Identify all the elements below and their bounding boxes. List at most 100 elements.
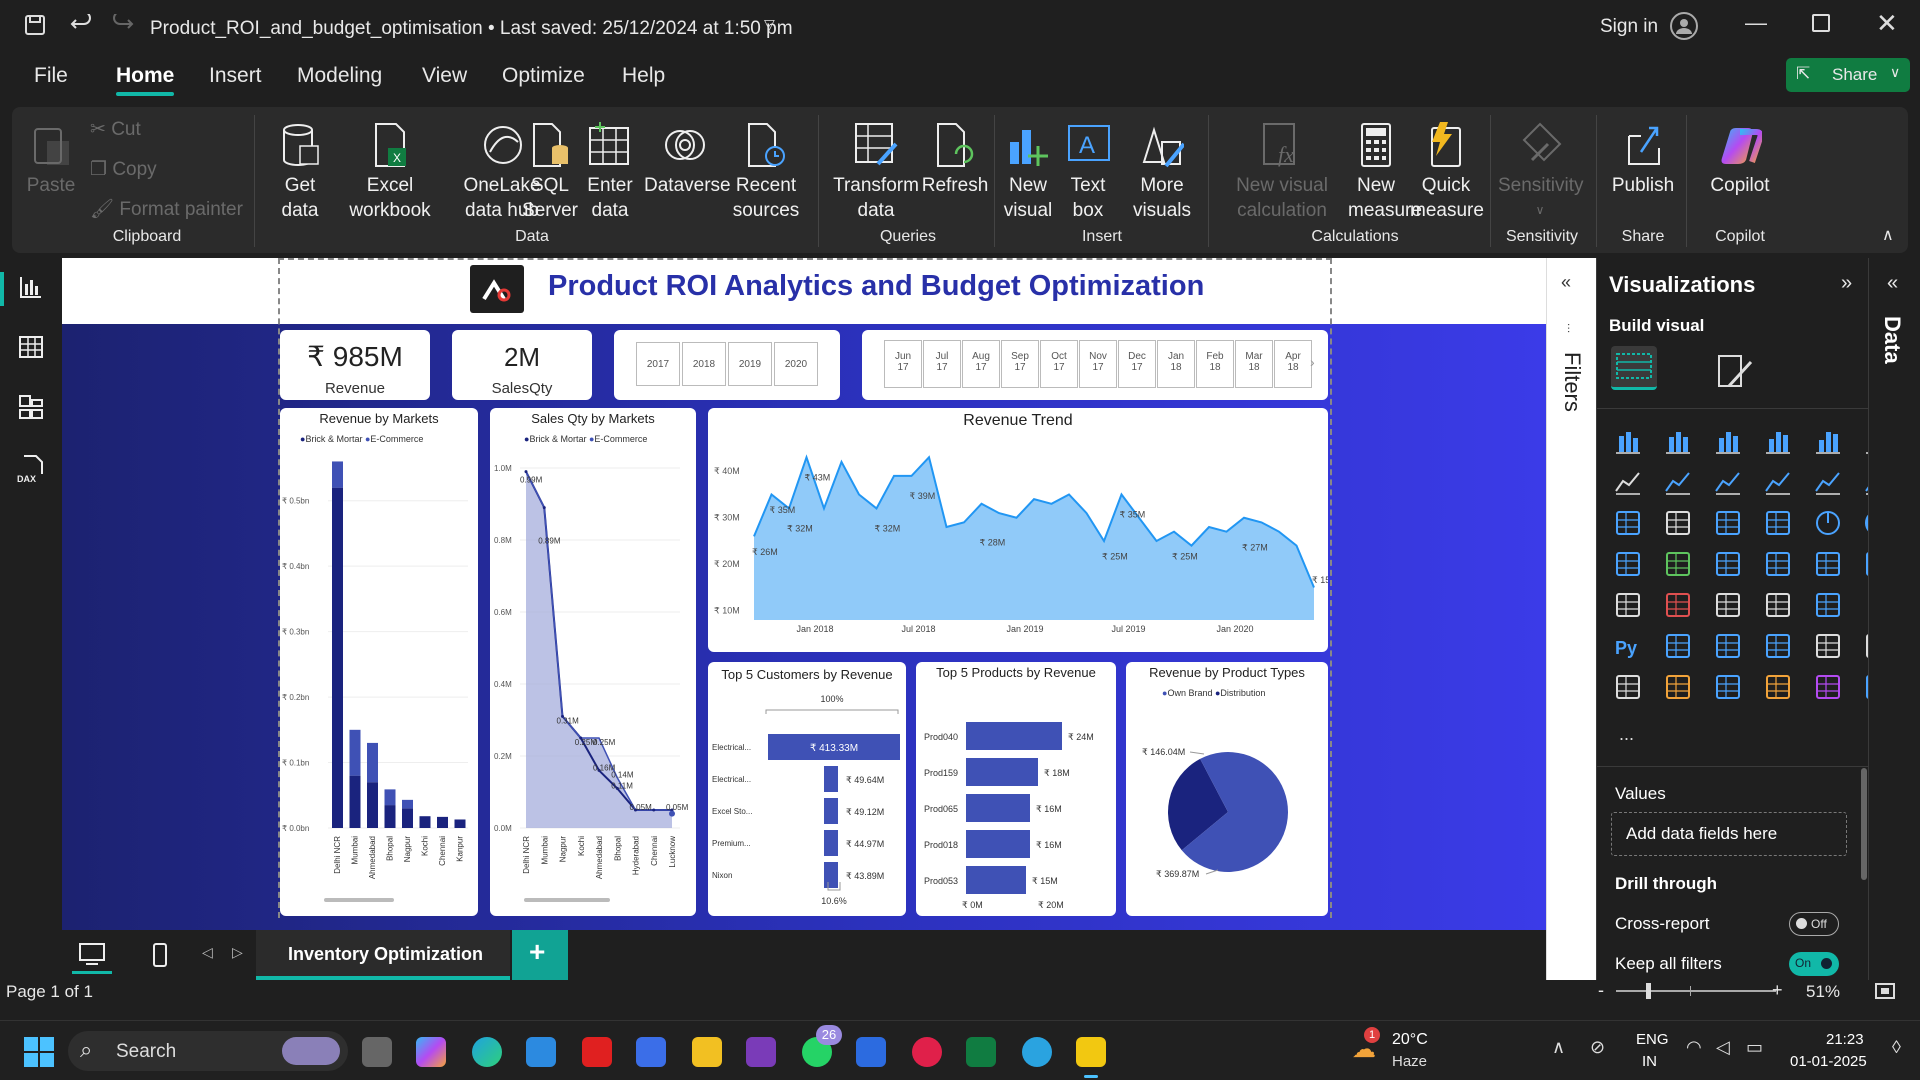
publish-button[interactable]: Publish [1608, 121, 1678, 198]
tab-inventory-optimization[interactable]: Inventory Optimization [256, 930, 510, 980]
month-slicer-item[interactable]: Feb 18 [1196, 340, 1234, 388]
menu-home[interactable]: Home [116, 64, 175, 96]
slicer-icon[interactable] [1711, 588, 1745, 622]
taskbar-search[interactable]: ⌕ Search [68, 1031, 348, 1071]
data-pane[interactable]: « Data [1868, 258, 1920, 980]
zoom-slider[interactable] [1616, 990, 1776, 992]
top-customers-card[interactable]: Top 5 Customers by Revenue 100% Electrica… [708, 662, 906, 916]
save-icon[interactable] [24, 14, 46, 36]
zoom-slider-thumb[interactable] [1646, 983, 1651, 999]
todo-icon[interactable] [856, 1037, 886, 1067]
build-visual-tab[interactable] [1611, 346, 1657, 390]
multirow-card-icon[interactable] [1611, 588, 1645, 622]
gauge-icon[interactable] [1811, 547, 1845, 581]
top-products-card[interactable]: Top 5 Products by Revenue Prod040 ₹ 24M Pr… [916, 662, 1116, 916]
waterfall-icon[interactable] [1611, 506, 1645, 540]
excel-app-icon[interactable] [966, 1037, 996, 1067]
new-visual-calculation-button[interactable]: fx New visual calculation [1220, 121, 1344, 223]
redo-icon[interactable] [112, 14, 134, 36]
maximize-icon[interactable] [1812, 14, 1830, 32]
key-influencers-icon[interactable] [1661, 629, 1695, 663]
chevron-up-icon[interactable]: ∧ [1552, 1037, 1565, 1058]
scatter-icon[interactable] [1761, 506, 1795, 540]
docs-icon[interactable] [636, 1037, 666, 1067]
copy-button[interactable]: ❐ Copy [90, 157, 157, 182]
task-view-icon[interactable] [362, 1037, 392, 1067]
windows-start-icon[interactable] [24, 1037, 54, 1067]
cross-report-toggle[interactable]: Off [1789, 912, 1839, 936]
python-visual-icon[interactable]: Py [1611, 629, 1645, 663]
menu-help[interactable]: Help [622, 64, 665, 88]
add-data-fields-well[interactable]: Add data fields here [1611, 812, 1847, 856]
transform-data-button[interactable]: Transform data [824, 121, 928, 223]
more-visuals-icon[interactable]: ... [1619, 724, 1634, 745]
share-button[interactable]: ⇱ Share ∨ [1786, 58, 1910, 92]
collapse-ribbon-icon[interactable]: ∧ [1882, 225, 1894, 245]
zoom-level[interactable]: 51% [1806, 982, 1840, 1002]
avatar[interactable] [1670, 12, 1698, 40]
new-visual-button[interactable]: New visual [1002, 121, 1054, 223]
year-slicer-item[interactable]: 2019 [728, 342, 772, 386]
powerbi-app-icon[interactable] [1076, 1037, 1106, 1067]
year-slicer-item[interactable]: 2018 [682, 342, 726, 386]
minimize-icon[interactable]: — [1745, 10, 1767, 36]
edge-icon[interactable] [472, 1037, 502, 1067]
network-off-icon[interactable]: ⊘ [1590, 1037, 1605, 1058]
chevron-right-icon[interactable]: › [1310, 354, 1315, 370]
format-visual-tab[interactable] [1715, 352, 1755, 397]
map-icon[interactable] [1661, 547, 1695, 581]
funnel-icon[interactable] [1711, 506, 1745, 540]
copilot-app-icon[interactable] [416, 1037, 446, 1067]
qa-icon[interactable] [1761, 629, 1795, 663]
enter-data-button[interactable]: Enter data [584, 121, 636, 223]
narrative-icon[interactable] [1811, 629, 1845, 663]
clock-time[interactable]: 21:23 [1826, 1031, 1864, 1048]
stacked-bar-icon[interactable] [1611, 424, 1645, 458]
zoom-in-icon[interactable]: + [1772, 980, 1783, 1001]
revenue-trend-card[interactable]: Revenue Trend ₹ 10M ₹ 20M ₹ 30M ₹ 40M ₹ 35M ₹… [708, 408, 1328, 652]
format-painter-button[interactable]: 🖌 Format painter [90, 197, 243, 222]
prev-page-icon[interactable]: ◁ [202, 944, 213, 961]
keep-filters-toggle[interactable]: On [1789, 952, 1839, 976]
dataverse-button[interactable]: Dataverse [644, 121, 731, 198]
chevron-down-icon[interactable]: ▽ [764, 16, 775, 33]
revenue-by-markets-card[interactable]: Revenue by Markets ●Brick & Mortar ●E-Co… [280, 408, 478, 916]
100-bar-icon[interactable] [1811, 424, 1845, 458]
kpi-revenue-card[interactable]: ₹ 985M Revenue [280, 330, 430, 400]
more-visuals-button[interactable]: More visuals [1122, 121, 1202, 223]
matrix-icon[interactable] [1811, 588, 1845, 622]
menu-insert[interactable]: Insert [209, 64, 262, 88]
sales-qty-card[interactable]: Sales Qty by Markets ●Brick & Mortar ●E-… [490, 408, 696, 916]
store-icon[interactable] [526, 1037, 556, 1067]
power-automate-icon[interactable] [1711, 670, 1745, 704]
clustered-bar-icon[interactable] [1711, 424, 1745, 458]
stacked-column-icon[interactable] [1661, 424, 1695, 458]
report-view-icon[interactable] [18, 274, 44, 300]
language-secondary[interactable]: IN [1642, 1053, 1657, 1070]
clock-date[interactable]: 01-01-2025 [1790, 1053, 1867, 1070]
file-explorer-icon[interactable] [692, 1037, 722, 1067]
pie-icon[interactable] [1811, 506, 1845, 540]
month-slicer-item[interactable]: Aug 17 [962, 340, 1000, 388]
line-chart-icon[interactable] [1611, 465, 1645, 499]
copilot-button[interactable]: Copilot [1696, 121, 1784, 198]
ribbon-chart-icon[interactable] [1761, 465, 1795, 499]
volume-icon[interactable]: ◁ [1716, 1037, 1730, 1058]
power-apps-icon[interactable] [1661, 670, 1695, 704]
onenote-icon[interactable] [746, 1037, 776, 1067]
month-slicer-item[interactable]: Sep 17 [1001, 340, 1039, 388]
sql-server-button[interactable]: SQL Server [522, 121, 578, 223]
line-column-icon[interactable] [1811, 465, 1845, 499]
mobile-layout-icon[interactable] [150, 942, 170, 970]
menu-modeling[interactable]: Modeling [297, 64, 382, 88]
filters-pane[interactable]: « ⫶ Filters [1546, 258, 1596, 980]
year-slicer-item[interactable]: 2020 [774, 342, 818, 386]
get-data-button[interactable]: Get data [272, 121, 328, 223]
year-slicer-item[interactable]: 2017 [636, 342, 680, 386]
month-slicer-item[interactable]: Nov 17 [1079, 340, 1117, 388]
dax-query-icon[interactable]: DAX [16, 454, 46, 484]
menu-view[interactable]: View [422, 64, 467, 88]
menu-optimize[interactable]: Optimize [502, 64, 585, 88]
kpi-icon[interactable] [1661, 588, 1695, 622]
treemap-icon[interactable] [1611, 547, 1645, 581]
